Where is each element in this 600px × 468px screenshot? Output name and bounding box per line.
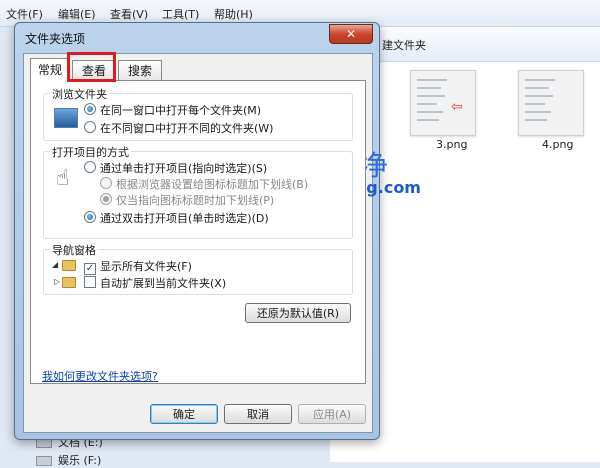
thumbnail-label: 4.png [542,138,574,151]
radio-same-window[interactable]: 在同一窗口中打开每个文件夹(M) [84,102,261,118]
tree-collapsed-icon: ▷ [54,277,61,286]
group-title: 打开项目的方式 [50,144,131,160]
radio-new-window[interactable]: 在不同窗口中打开不同的文件夹(W) [84,120,273,136]
thumbnail-3-png[interactable]: ⇦ [410,70,476,136]
checkmark-icon: ✓ [84,263,96,275]
help-link[interactable]: 我如何更改文件夹选项? [42,368,158,384]
browse-folders-group: 浏览文件夹 在同一窗口中打开每个文件夹(M) 在不同窗口中打开不同的文件夹(W) [43,86,353,141]
radio-underline-browser[interactable]: 根据浏览器设置给图标标题加下划线(B) [100,176,308,192]
arrow-icon: ⇦ [451,99,463,115]
folder-options-dialog: 文件夹选项 ✕ 常规 查看 搜索 浏览文件夹 在同一窗口中打开每个文件夹(M) … [14,22,380,440]
close-button[interactable]: ✕ [329,24,373,44]
navigation-pane-group: 导航窗格 ◢ ▷ ✓ 显示所有文件夹(F) 自动扩展到当前文件夹(X) [43,242,353,295]
checkbox-icon [84,276,96,288]
folder-icon [62,260,76,271]
radio-icon [84,121,96,133]
window-preview-icon [54,108,78,128]
menu-help[interactable]: 帮助(H) [214,6,253,22]
radio-icon [84,211,96,223]
ok-button[interactable]: 确定 [150,404,218,424]
checkbox-auto-expand[interactable]: 自动扩展到当前文件夹(X) [84,275,226,291]
new-folder-button[interactable]: 建文件夹 [382,37,426,53]
radio-icon [84,103,96,115]
radio-icon [100,177,112,189]
menu-view[interactable]: 查看(V) [110,6,148,22]
radio-single-click[interactable]: 通过单击打开项目(指向时选定)(S) [84,160,267,176]
menu-file[interactable]: 文件(F) [6,6,43,22]
menu-tools[interactable]: 工具(T) [162,6,199,22]
highlight-box [67,52,116,82]
folder-icon [62,277,76,288]
click-items-group: 打开项目的方式 ☝ 通过单击打开项目(指向时选定)(S) 根据浏览器设置给图标标… [43,144,353,239]
radio-icon [84,161,96,173]
tab-general[interactable]: 常规 [30,58,70,82]
dialog-title: 文件夹选项 [25,32,86,46]
dialog-body: 常规 查看 搜索 浏览文件夹 在同一窗口中打开每个文件夹(M) 在不同窗口中打开… [23,52,373,433]
group-title: 浏览文件夹 [50,86,109,102]
general-tab-panel: 浏览文件夹 在同一窗口中打开每个文件夹(M) 在不同窗口中打开不同的文件夹(W)… [30,80,366,384]
drive-item-f[interactable]: 娱乐 (F:) [36,452,101,468]
drive-icon [36,456,52,466]
thumbnail-label: 3.png [436,138,468,151]
thumbnail-4-png[interactable] [518,70,584,136]
cursor-hand-icon: ☝ [56,166,70,191]
group-title: 导航窗格 [50,242,98,258]
checkbox-show-all-folders[interactable]: ✓ 显示所有文件夹(F) [84,258,192,275]
radio-icon [100,193,112,205]
apply-button[interactable]: 应用(A) [298,404,366,424]
restore-defaults-button[interactable]: 还原为默认值(R) [245,303,351,323]
tree-expanded-icon: ◢ [52,260,59,269]
radio-double-click[interactable]: 通过双击打开项目(单击时选定)(D) [84,210,269,226]
radio-underline-hover[interactable]: 仅当指向图标标题时加下划线(P) [100,192,274,208]
cancel-button[interactable]: 取消 [224,404,292,424]
menu-edit[interactable]: 编辑(E) [58,6,96,22]
tab-search[interactable]: 搜索 [118,60,162,81]
